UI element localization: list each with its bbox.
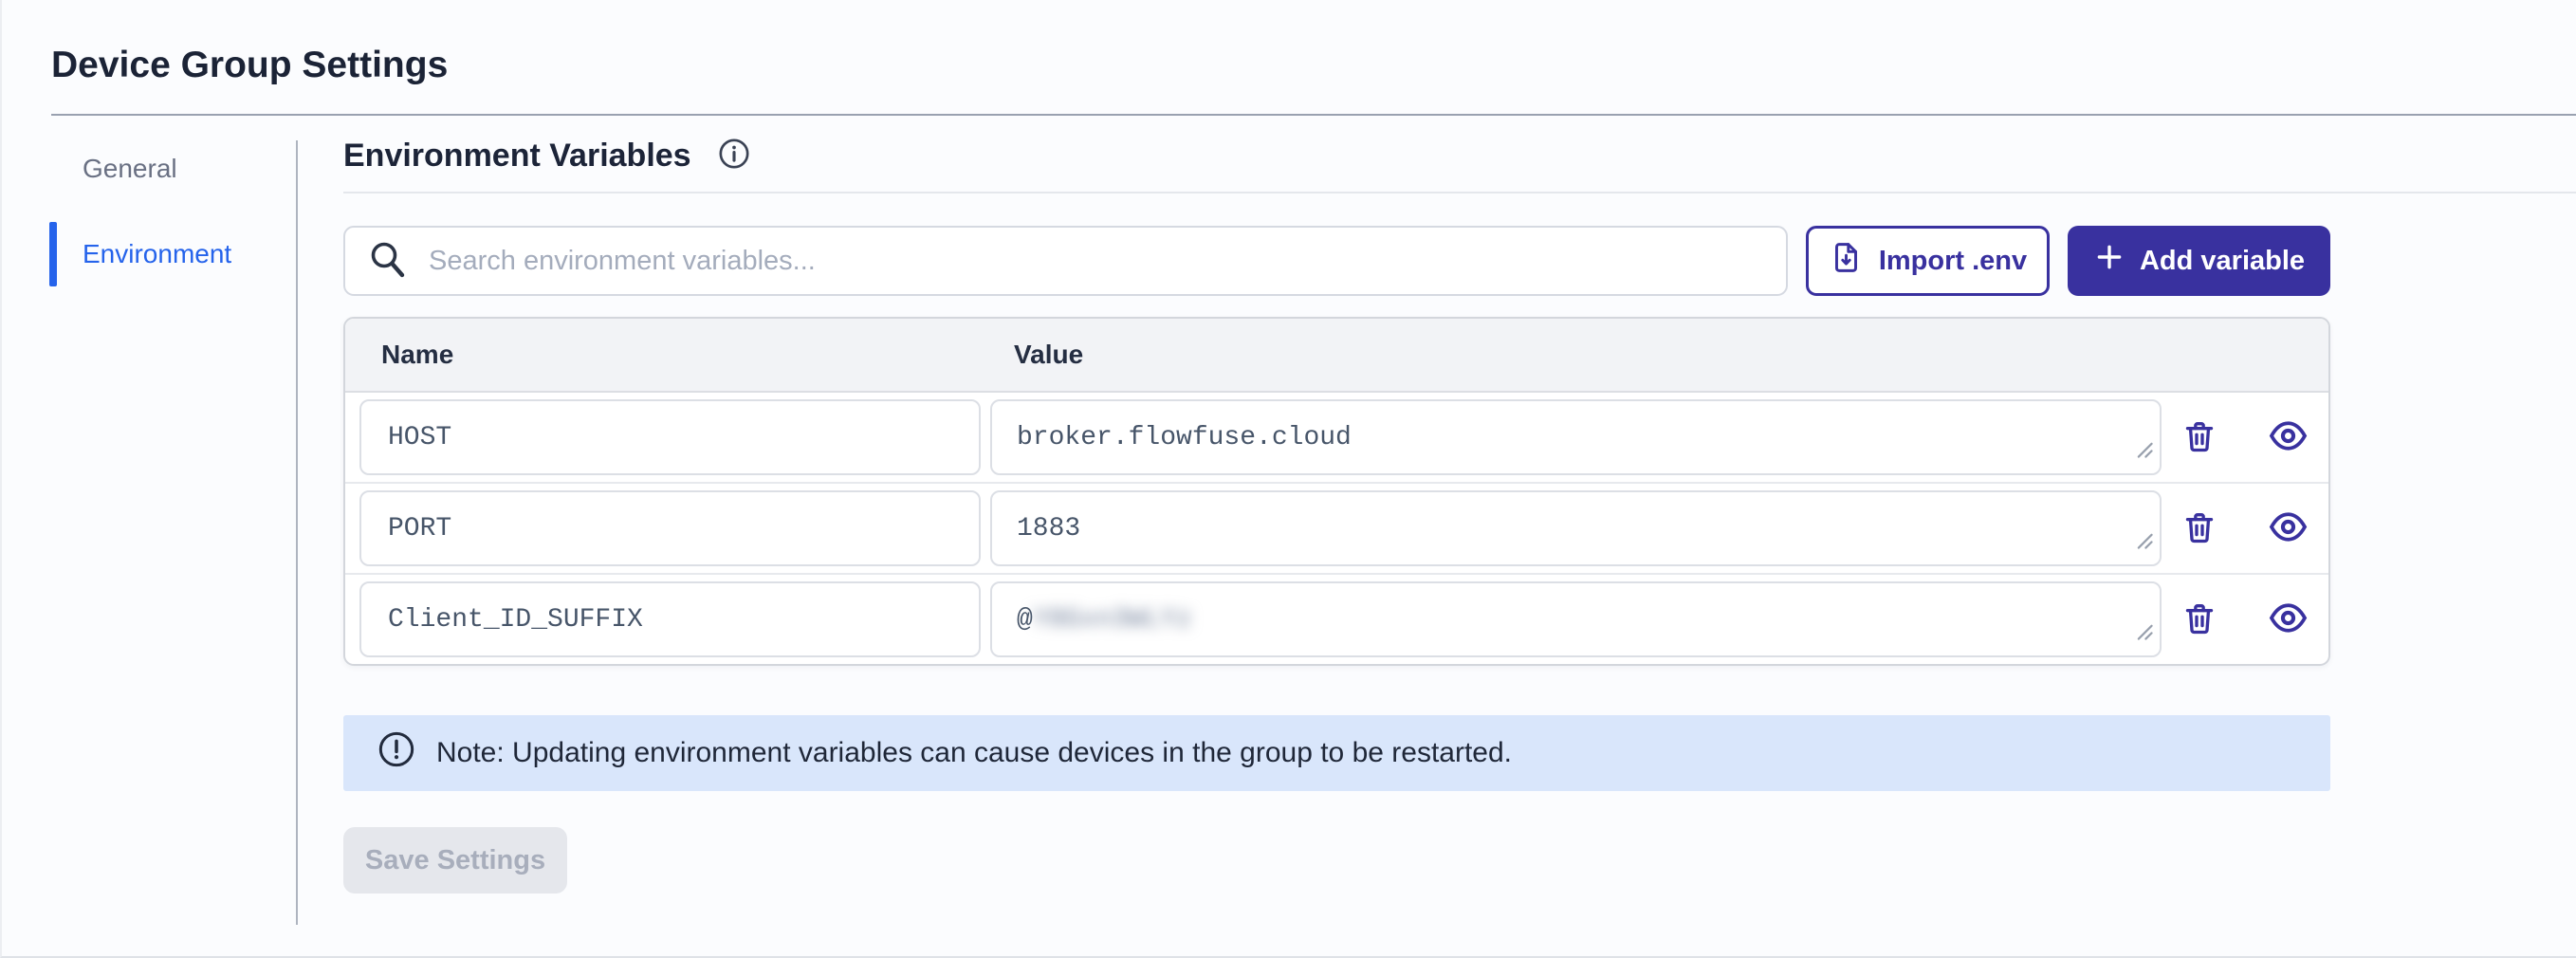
reveal-value-button[interactable] xyxy=(2268,415,2309,459)
env-var-value-input[interactable]: @Y8Gxn3WLYz xyxy=(990,581,2162,657)
reveal-value-button[interactable] xyxy=(2268,507,2309,550)
alert-circle-icon xyxy=(377,730,415,776)
settings-sidebar: General Environment xyxy=(2,116,296,925)
env-var-row: 1883 xyxy=(345,484,2328,575)
env-var-value-cell: 1883 xyxy=(990,490,2160,566)
env-var-name-input[interactable] xyxy=(359,490,981,566)
search-input[interactable] xyxy=(427,245,1765,278)
info-icon[interactable] xyxy=(718,138,750,175)
sidebar-item-label: General xyxy=(83,154,177,184)
resize-handle-icon[interactable] xyxy=(2134,530,2155,560)
redacted-value: Y8Gxn3WLYz xyxy=(1033,605,1192,635)
page-title: Device Group Settings xyxy=(2,0,2576,87)
add-variable-button[interactable]: Add variable xyxy=(2068,226,2330,296)
restart-note-text: Note: Updating environment variables can… xyxy=(436,737,1512,769)
env-var-value-cell: @Y8Gxn3WLYz xyxy=(990,581,2160,657)
document-download-icon xyxy=(1829,240,1864,283)
env-var-name-cell xyxy=(345,490,990,566)
env-variables-table: Name Value broker.flowfuse.cloud xyxy=(343,317,2330,666)
env-var-row: @Y8Gxn3WLYz xyxy=(345,575,2328,664)
table-header: Name Value xyxy=(345,319,2328,393)
env-var-value-input[interactable]: broker.flowfuse.cloud xyxy=(990,399,2162,475)
sidebar-item-environment[interactable]: Environment xyxy=(2,222,296,286)
environment-content: Import .env Add variable xyxy=(343,193,2330,894)
device-group-settings-page: Device Group Settings General Environmen… xyxy=(2,0,2576,956)
table-rows: broker.flowfuse.cloud xyxy=(345,393,2328,664)
env-var-name-cell xyxy=(345,581,990,657)
save-settings-button[interactable]: Save Settings xyxy=(343,827,567,894)
env-var-value-input[interactable]: 1883 xyxy=(990,490,2162,566)
delete-variable-button[interactable] xyxy=(2180,508,2218,549)
column-header-name: Name xyxy=(345,340,990,370)
resize-handle-icon[interactable] xyxy=(2134,439,2155,469)
resize-handle-icon[interactable] xyxy=(2134,621,2155,651)
env-toolbar: Import .env Add variable xyxy=(343,226,2330,296)
env-var-name-cell xyxy=(345,399,990,475)
env-var-actions-cell xyxy=(2160,598,2328,641)
restart-note-banner: Note: Updating environment variables can… xyxy=(343,715,2330,791)
env-var-name-input[interactable] xyxy=(359,399,981,475)
search-icon xyxy=(366,238,408,285)
trash-icon xyxy=(2180,417,2218,458)
add-variable-label: Add variable xyxy=(2140,246,2305,277)
section-title: Environment Variables xyxy=(343,137,691,175)
column-header-value: Value xyxy=(990,340,2328,370)
environment-panel: Environment Variables xyxy=(298,116,2576,925)
trash-icon xyxy=(2180,508,2218,549)
delete-variable-button[interactable] xyxy=(2180,599,2218,640)
env-var-row: broker.flowfuse.cloud xyxy=(345,393,2328,484)
reveal-value-button[interactable] xyxy=(2268,598,2309,641)
active-tab-indicator xyxy=(49,222,57,286)
sidebar-item-general[interactable]: General xyxy=(2,137,296,201)
eye-icon xyxy=(2268,415,2309,459)
settings-body: General Environment Environment Variable… xyxy=(2,116,2576,925)
eye-icon xyxy=(2268,598,2309,641)
sidebar-item-label: Environment xyxy=(83,239,231,269)
env-var-actions-cell xyxy=(2160,507,2328,550)
eye-icon xyxy=(2268,507,2309,550)
env-var-actions-cell xyxy=(2160,415,2328,459)
trash-icon xyxy=(2180,599,2218,640)
import-env-button[interactable]: Import .env xyxy=(1806,226,2050,296)
section-heading-row: Environment Variables xyxy=(343,116,2576,193)
env-var-value-cell: broker.flowfuse.cloud xyxy=(990,399,2160,475)
env-var-name-input[interactable] xyxy=(359,581,981,657)
import-env-label: Import .env xyxy=(1879,246,2027,277)
plus-icon xyxy=(2093,241,2125,281)
search-box xyxy=(343,226,1788,296)
delete-variable-button[interactable] xyxy=(2180,417,2218,458)
